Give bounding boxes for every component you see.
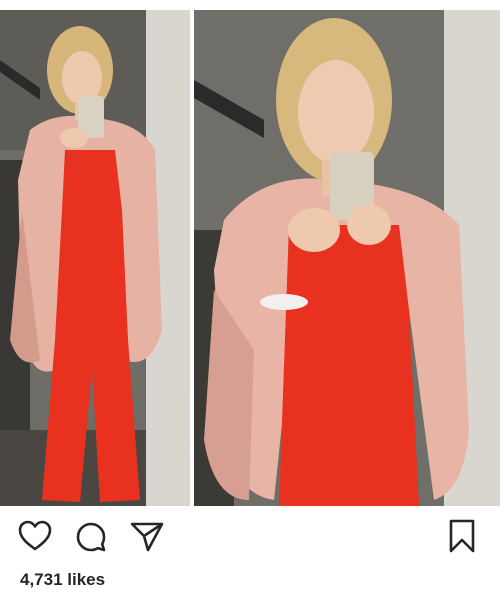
paper-plane-icon[interactable]: [130, 520, 164, 552]
post-photo-left: [0, 10, 190, 506]
comment-bubble-icon[interactable]: [74, 520, 108, 554]
post-action-bar: [0, 512, 500, 562]
bookmark-icon[interactable]: [446, 518, 478, 554]
post-photo-right: [194, 10, 500, 506]
post-media[interactable]: [0, 0, 500, 508]
heart-outline-icon[interactable]: [18, 520, 52, 552]
likes-count[interactable]: 4,731 likes: [20, 570, 105, 590]
